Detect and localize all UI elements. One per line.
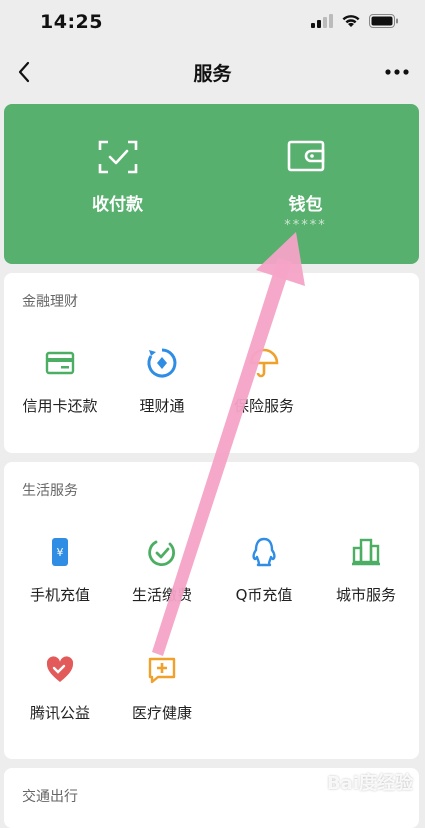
service-qq-coin[interactable]: Q币充值 (212, 536, 316, 626)
wealth-icon (147, 348, 177, 378)
wallet-icon (287, 140, 324, 172)
medical-icon (148, 657, 176, 684)
life-section: 生活服务 ¥ 手机充值 生活缴费 Q币充值 城市服务 腾讯公益 医疗健康 (4, 462, 419, 759)
service-label: 理财通 (139, 397, 185, 415)
wifi-icon (342, 15, 360, 27)
service-label: 城市服务 (335, 586, 396, 604)
scan-pay-icon (98, 140, 137, 174)
finance-section: 金融理财 信用卡还款 理财通 保险服务 (4, 273, 419, 453)
service-label: Q币充值 (235, 586, 293, 604)
city-building-icon (352, 538, 380, 566)
service-label: 生活缴费 (131, 586, 192, 604)
more-button[interactable] (379, 56, 415, 88)
receive-pay-button[interactable]: 收付款 (14, 104, 221, 264)
qq-coin-icon (252, 537, 276, 567)
svg-text:¥: ¥ (57, 546, 64, 559)
receive-pay-label: 收付款 (92, 195, 143, 215)
wallet-label: 钱包 (288, 195, 323, 215)
more-dots-icon (385, 69, 409, 75)
status-bar: 14:25 (0, 0, 425, 44)
status-icons (311, 14, 399, 28)
watermark: Bai度经验 (326, 773, 413, 794)
wallet-balance-hidden: ***** (284, 218, 327, 233)
service-credit-card[interactable]: 信用卡还款 (8, 347, 112, 437)
nav-bar: 服务 (0, 44, 425, 100)
utility-payment-icon (148, 540, 175, 566)
service-label: 保险服务 (233, 397, 294, 415)
status-time: 14:25 (40, 11, 103, 33)
life-section-title: 生活服务 (22, 483, 78, 499)
battery-icon (369, 14, 398, 28)
service-utility-payment[interactable]: 生活缴费 (110, 536, 214, 626)
service-label: 腾讯公益 (29, 704, 90, 722)
service-label: 信用卡还款 (22, 397, 98, 415)
service-label: 医疗健康 (131, 704, 192, 722)
service-insurance[interactable]: 保险服务 (212, 347, 316, 437)
umbrella-icon (249, 348, 279, 378)
signal-icon (311, 14, 333, 28)
service-phone-recharge[interactable]: ¥ 手机充值 (8, 536, 112, 626)
page-title: 服务 (193, 63, 232, 85)
service-city[interactable]: 城市服务 (314, 536, 418, 626)
service-medical[interactable]: 医疗健康 (110, 654, 214, 744)
transport-section-title: 交通出行 (22, 789, 78, 805)
credit-card-icon (45, 351, 75, 375)
finance-section-title: 金融理财 (22, 294, 78, 310)
phone-recharge-icon: ¥ (52, 538, 68, 566)
wallet-button[interactable]: 钱包 ***** (202, 104, 409, 264)
wallet-card: 收付款 钱包 ***** (4, 104, 419, 264)
charity-heart-icon (46, 656, 74, 682)
service-label: 手机充值 (29, 586, 90, 604)
service-charity[interactable]: 腾讯公益 (8, 654, 112, 744)
service-wealth[interactable]: 理财通 (110, 347, 214, 437)
